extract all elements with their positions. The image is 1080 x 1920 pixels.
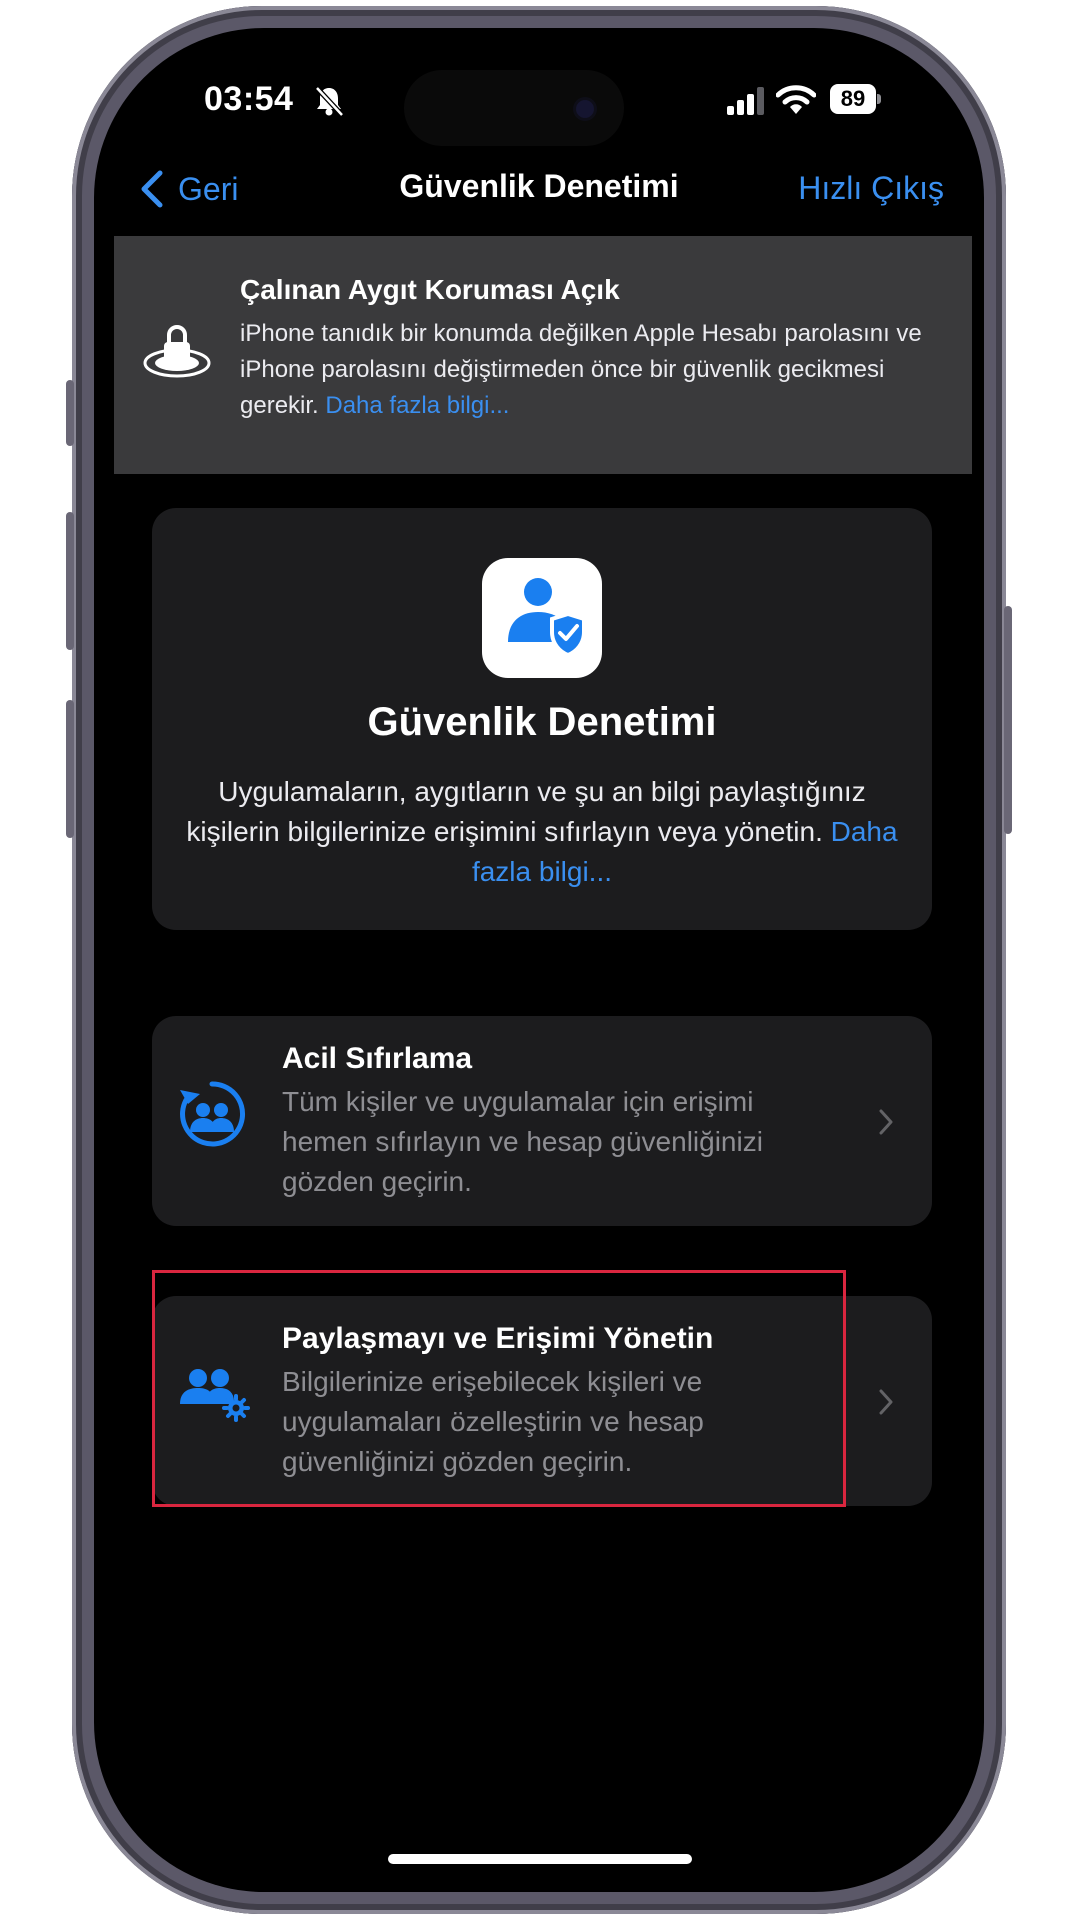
status-time: 03:54 (204, 80, 294, 118)
quick-exit-button[interactable]: Hızlı Çıkış (798, 170, 944, 207)
screen: 03:54 89 Geri Güvenlik Denetimi Hızlı Çı… (94, 28, 984, 1892)
bell-slash-icon (315, 86, 344, 117)
dynamic-island (404, 70, 624, 146)
option-description: Tüm kişiler ve uygulamalar için erişimi … (282, 1086, 763, 1197)
volume-down-button (66, 700, 74, 838)
card-description: Uygulamaların, aygıtların ve şu an bilgi… (186, 776, 866, 847)
wifi-icon (776, 85, 816, 114)
battery-level: 89 (830, 84, 876, 114)
emergency-reset-icon (180, 1081, 245, 1147)
lock-on-platform-icon (143, 325, 211, 378)
chevron-right-icon (879, 1109, 893, 1135)
card-text: Uygulamaların, aygıtların ve şu an bilgi… (182, 772, 902, 892)
banner-text: iPhone tanıdık bir konumda değilken Appl… (240, 316, 940, 424)
highlight-box (152, 1270, 846, 1507)
action-button (66, 380, 74, 446)
stolen-device-banner: Çalınan Aygıt Koruması Açık iPhone tanıd… (114, 236, 972, 474)
banner-learn-more-link[interactable]: Daha fazla bilgi... (325, 392, 509, 419)
power-button (1004, 606, 1012, 834)
volume-up-button (66, 512, 74, 650)
battery-icon: 89 (830, 84, 882, 114)
cellular-signal-icon (727, 87, 764, 115)
option-title: Acil Sıfırlama (282, 1042, 473, 1075)
person-shield-icon (508, 578, 586, 658)
battery-tip (877, 94, 881, 104)
safety-check-app-icon (482, 558, 602, 678)
banner-title: Çalınan Aygıt Koruması Açık (240, 274, 620, 305)
chevron-right-icon (879, 1389, 893, 1415)
card-title: Güvenlik Denetimi (367, 700, 717, 744)
safety-check-info-card: Güvenlik Denetimi Uygulamaların, aygıtla… (152, 508, 932, 930)
front-camera (576, 100, 594, 118)
emergency-reset-option[interactable]: Acil Sıfırlama Tüm kişiler ve uygulamala… (152, 1016, 932, 1226)
home-indicator[interactable] (388, 1854, 692, 1864)
